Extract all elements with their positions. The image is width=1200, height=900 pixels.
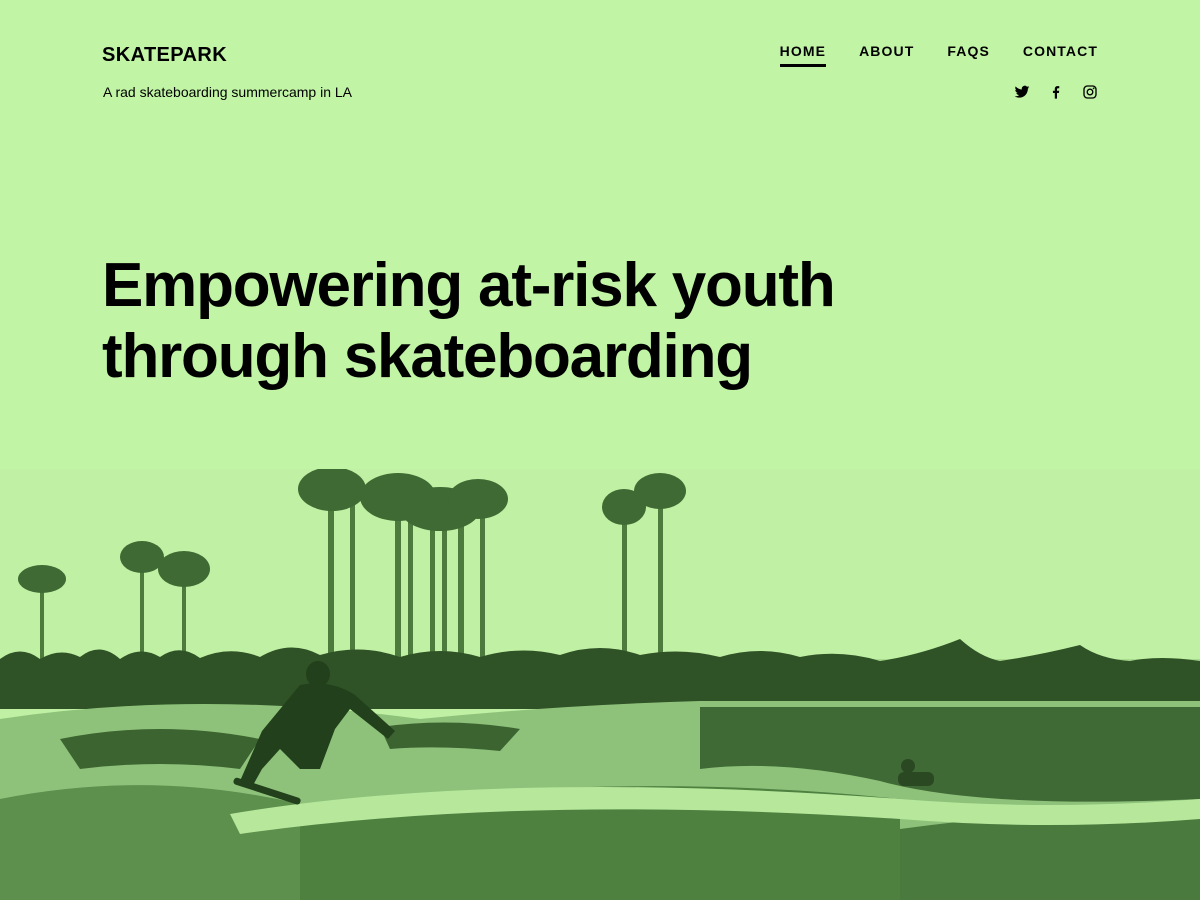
nav-item-contact[interactable]: CONTACT	[1023, 43, 1098, 67]
hero-heading-line-1: Empowering at-risk youth	[102, 251, 836, 320]
site-tagline: A rad skateboarding summercamp in LA	[103, 84, 353, 100]
social-links	[1014, 84, 1098, 100]
facebook-icon[interactable]	[1048, 84, 1064, 100]
instagram-icon[interactable]	[1082, 84, 1098, 100]
nav-item-about[interactable]: ABOUT	[859, 43, 914, 67]
main-nav: HOME ABOUT FAQS CONTACT	[779, 43, 1098, 67]
nav-item-home[interactable]: HOME	[779, 43, 827, 67]
site-title[interactable]: SKATEPARK	[102, 44, 227, 67]
nav-item-faqs[interactable]: FAQS	[947, 43, 990, 67]
hero-image-skatepark	[0, 469, 1200, 900]
hero-heading-line-2: through skateboarding	[102, 322, 753, 391]
hero-heading: Empowering at-risk youth through skatebo…	[102, 250, 902, 392]
skatepark-photo	[0, 469, 1200, 900]
twitter-icon[interactable]	[1014, 84, 1030, 100]
